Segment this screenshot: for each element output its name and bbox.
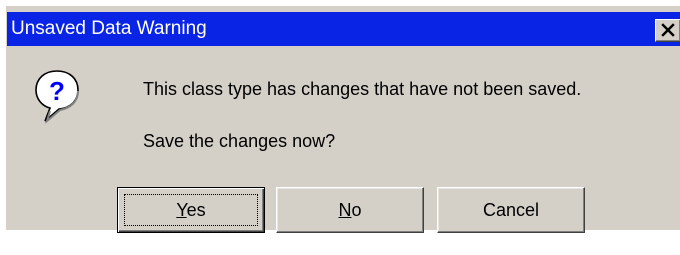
- yes-button-label: Yes: [176, 200, 206, 220]
- question-icon: ?: [35, 70, 79, 124]
- close-button[interactable]: [655, 19, 680, 42]
- no-button-label: No: [338, 200, 362, 220]
- cancel-button-label: Cancel: [482, 200, 540, 220]
- no-button[interactable]: No: [276, 187, 424, 233]
- cancel-button[interactable]: Cancel: [437, 187, 585, 233]
- message-line-2: Save the changes now?: [143, 131, 336, 151]
- question-mark-glyph: ?: [49, 76, 65, 106]
- message-line-1: This class type has changes that have no…: [143, 79, 582, 99]
- dialog-title: Unsaved Data Warning: [11, 18, 207, 39]
- title-bar[interactable]: Unsaved Data Warning: [7, 12, 680, 46]
- close-icon: [661, 23, 675, 37]
- unsaved-data-warning-dialog: Unsaved Data Warning ? This class type h…: [6, 6, 680, 233]
- yes-button[interactable]: Yes: [117, 187, 265, 233]
